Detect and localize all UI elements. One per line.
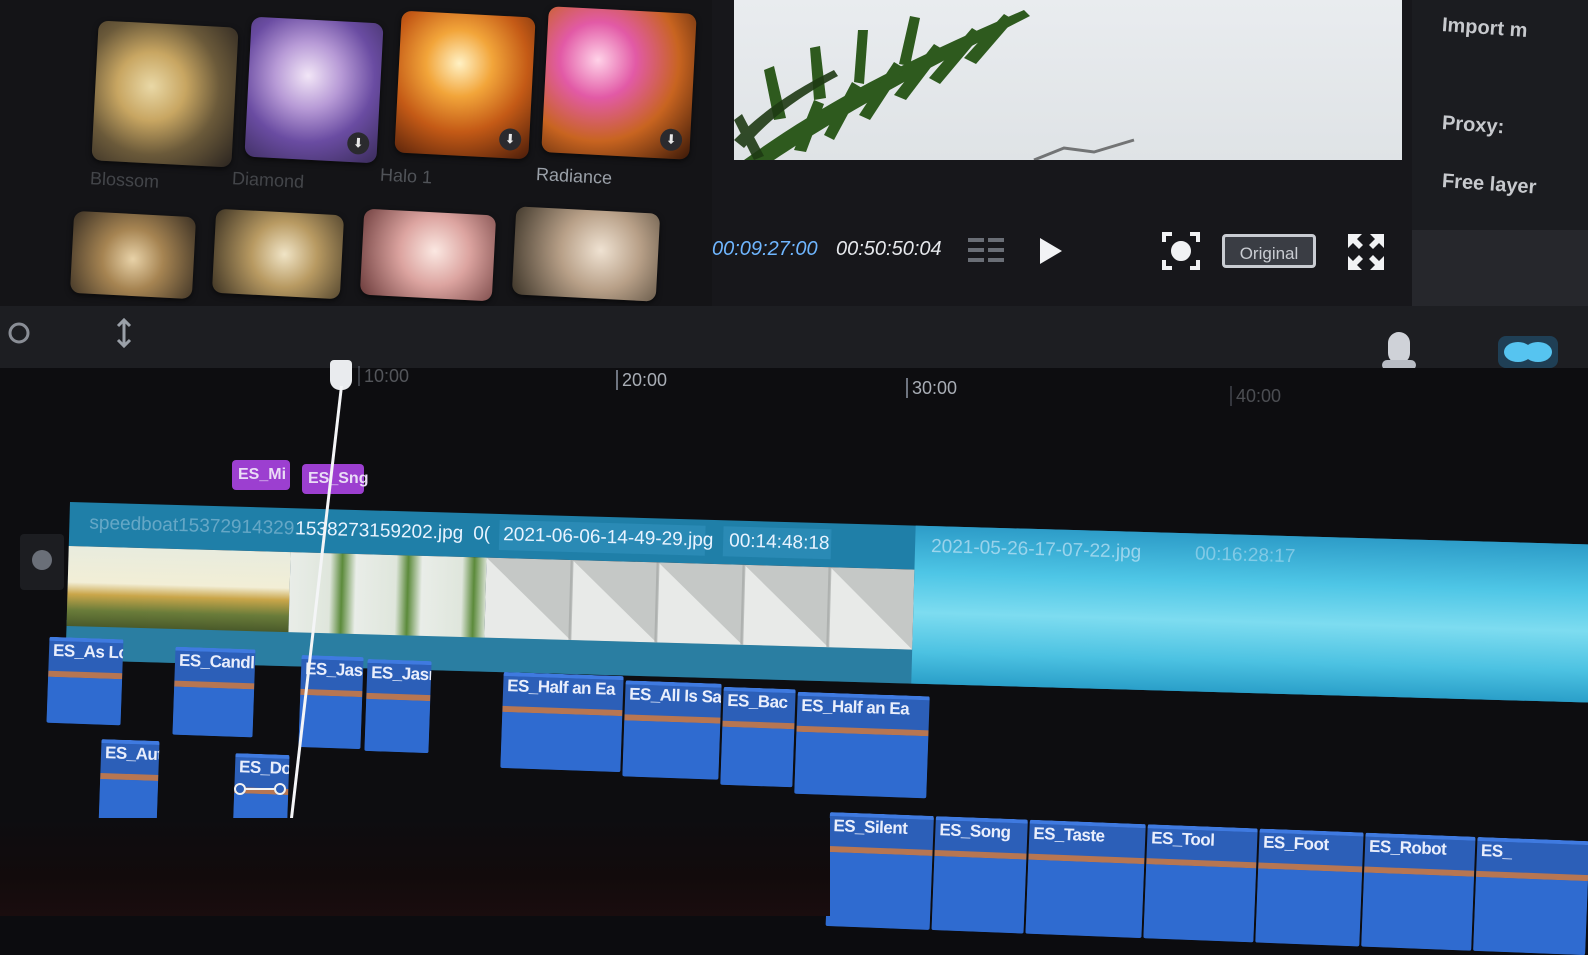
undo-icon[interactable] xyxy=(6,320,32,346)
audio-clip[interactable]: ES_Taste xyxy=(1025,819,1146,939)
audio-clip-name: ES_Half an Ea xyxy=(506,676,616,699)
audio-clip-name: ES_Bac xyxy=(726,690,788,713)
effect-thumbnail[interactable] xyxy=(359,208,497,302)
keyframe-handles[interactable] xyxy=(234,782,286,796)
audio-clip[interactable]: ES_Bac xyxy=(720,686,796,788)
snapshot-icon[interactable] xyxy=(1160,230,1202,272)
track-lock-icon[interactable] xyxy=(20,534,64,590)
audio-clip-name: ES_All Is Sa xyxy=(628,684,722,707)
audio-clip-name: ES_ xyxy=(1480,841,1512,862)
total-duration: 00:50:50:04 xyxy=(836,238,942,260)
effect-thumbnail[interactable]: ⬇ xyxy=(394,10,536,160)
text-clip-label: ES_Sng xyxy=(308,470,369,487)
audio-clip[interactable]: ES_ xyxy=(1473,836,1588,955)
audio-clip-name: ES_Half an Ea xyxy=(801,695,910,719)
download-icon[interactable]: ⬇ xyxy=(498,127,522,152)
audio-clip-name: ES_Candl xyxy=(178,650,255,673)
audio-clip[interactable]: ES_Tool xyxy=(1143,824,1258,943)
audio-clip-name: ES_Do xyxy=(238,757,290,779)
audio-track-bottom: ES_Silent ES_Song ES_Taste ES_Tool ES_Fo… xyxy=(825,812,1588,955)
aspect-ratio-label: Original xyxy=(1239,244,1299,263)
audio-clip[interactable]: ES_Foot xyxy=(1255,828,1364,947)
audio-clip[interactable]: ES_As Lo xyxy=(46,636,124,726)
audio-clip[interactable]: ES_Robot xyxy=(1361,832,1476,951)
effect-thumbnail[interactable]: ⬇ xyxy=(244,16,384,164)
import-setting-label: Import m xyxy=(1441,14,1529,42)
audio-clip[interactable]: ES_Candl xyxy=(172,646,256,738)
effect-label: Radiance xyxy=(535,164,613,188)
ruler-tick: 30:00 xyxy=(906,378,957,398)
ruler-tick: 10:00 xyxy=(358,366,409,386)
video-clip-time: 00:14:48:18 xyxy=(728,530,830,555)
text-clip[interactable]: ES_Mi xyxy=(232,460,290,490)
text-clip-label: ES_Mi xyxy=(238,466,287,483)
effect-label: Blossom xyxy=(89,168,160,192)
effects-browser: ⬇ ⬇ ⬇ Blossom Diamond Halo 1 Radiance xyxy=(0,0,712,306)
audio-clip[interactable]: ES_Aut xyxy=(98,739,160,829)
link-toggle-icon[interactable] xyxy=(1498,336,1558,368)
download-icon[interactable]: ⬇ xyxy=(346,131,370,155)
frame-step-icon[interactable] xyxy=(966,236,1010,268)
timeline-toolbar xyxy=(0,306,1588,370)
timeline[interactable]: 10:00 20:00 30:00 40:00 ES_Mi ES_Sng spe… xyxy=(0,360,1588,955)
effect-thumbnail[interactable]: ⬇ xyxy=(541,6,697,160)
video-clip-time: 00:16:28:17 xyxy=(1194,543,1296,568)
free-layer-setting-label: Free layer xyxy=(1441,170,1538,199)
video-clip-name: 1538273159202.jpg xyxy=(295,518,464,544)
audio-clip-name: ES_Aut xyxy=(104,743,160,765)
audio-clip-name: ES_Jasn xyxy=(370,663,432,685)
video-clip-thumbnail[interactable] xyxy=(66,545,291,633)
timeline-bottom-area xyxy=(0,818,830,916)
effect-label: Diamond xyxy=(231,168,305,192)
preview-frame[interactable] xyxy=(734,0,1402,160)
split-icon[interactable] xyxy=(114,317,134,349)
preview-panel: 00:09:27:00 00:50:50:04 Original xyxy=(712,0,1412,306)
aspect-ratio-button[interactable]: Original xyxy=(1222,234,1316,268)
audio-clip-name: ES_Tool xyxy=(1150,828,1215,850)
settings-panel: Import m Proxy: Free layer xyxy=(1412,0,1588,306)
proxy-setting-label: Proxy: xyxy=(1441,112,1505,139)
audio-clip-name: ES_Foot xyxy=(1262,832,1329,855)
effect-label: Halo 1 xyxy=(379,164,433,188)
effect-thumbnail[interactable] xyxy=(211,208,345,300)
settings-footer xyxy=(1412,230,1588,306)
download-icon[interactable]: ⬇ xyxy=(659,128,683,152)
audio-clip-name: ES_Silent xyxy=(833,816,908,838)
audio-clip-name: ES_Jasn xyxy=(304,659,364,681)
plant-leaf-image xyxy=(734,10,1135,160)
fullscreen-icon[interactable] xyxy=(1346,232,1386,272)
current-timecode: 00:09:27:00 xyxy=(712,238,818,260)
ruler-tick: 40:00 xyxy=(1230,386,1281,406)
audio-clip-name: ES_Song xyxy=(939,820,1011,842)
ruler-tick: 20:00 xyxy=(616,370,667,390)
audio-clip[interactable]: ES_Silent xyxy=(825,812,934,930)
audio-clip[interactable]: ES_All Is Sa xyxy=(622,680,722,780)
audio-clip[interactable]: ES_Half an Ea xyxy=(500,671,624,773)
video-clip-time: 0( xyxy=(472,523,491,545)
play-button[interactable] xyxy=(1038,236,1064,266)
audio-clip[interactable]: ES_Half an Ea xyxy=(794,691,930,799)
audio-clip-name: ES_Robot xyxy=(1368,836,1447,859)
effect-thumbnail[interactable] xyxy=(91,20,239,168)
effect-thumbnail[interactable] xyxy=(69,210,197,300)
audio-clip-name: ES_Taste xyxy=(1032,823,1105,846)
audio-clip[interactable]: ES_Jasn xyxy=(364,658,432,754)
effect-thumbnail[interactable] xyxy=(511,206,661,302)
video-clip-thumbnail[interactable] xyxy=(484,557,915,650)
audio-clip-name: ES_As Lo xyxy=(52,640,124,663)
